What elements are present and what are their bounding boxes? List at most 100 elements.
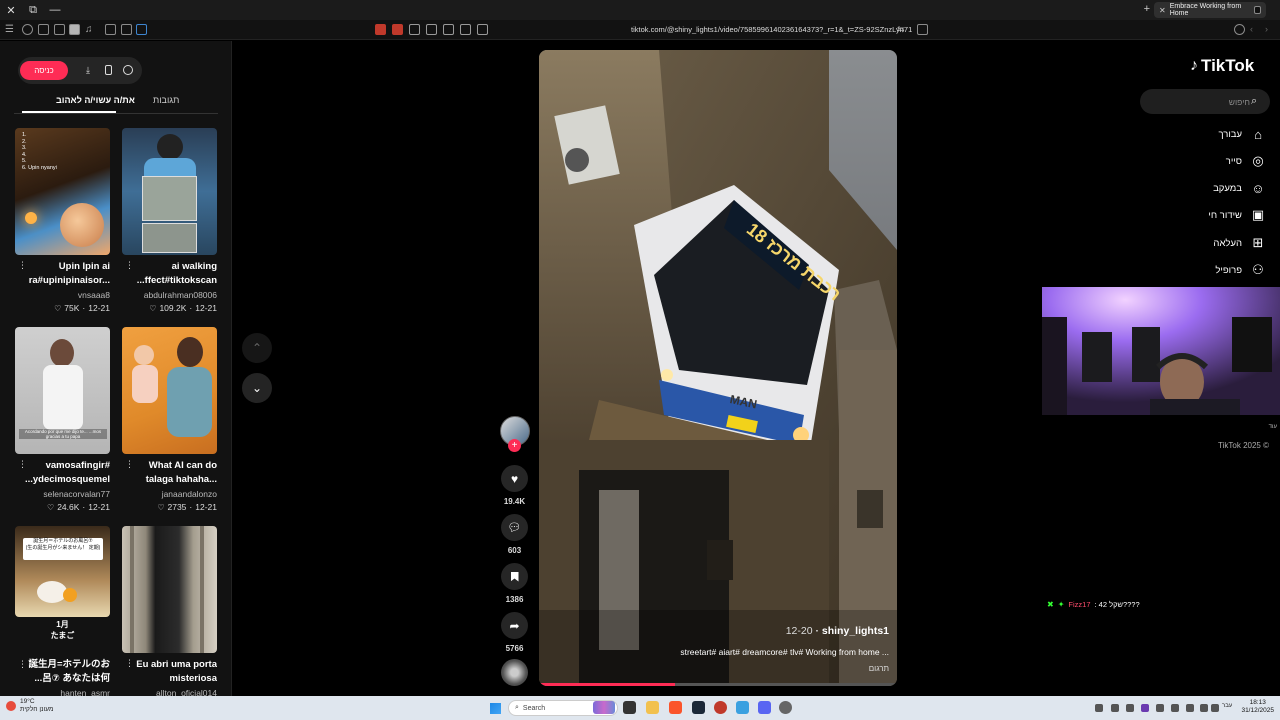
browser-tab[interactable]: ✕ Embrace Working from Home xyxy=(1154,2,1266,18)
back-icon[interactable]: ‹ xyxy=(1250,24,1261,35)
translate-link[interactable]: תרגום xyxy=(869,664,889,673)
video-card[interactable]: 誕生月＝ホテルのお風呂⑦ (生の誕生月がシ来ません！ 定期) 1月 たまご xyxy=(15,526,110,640)
close-window-icon[interactable]: ✕ xyxy=(0,0,22,20)
card-title-line2: たまご xyxy=(50,631,75,640)
video-thumbnail[interactable]: Acordando por que me dijo te... ...mos g… xyxy=(15,327,110,454)
woman-head xyxy=(177,337,203,367)
restore-window-icon[interactable]: ⧉ xyxy=(22,0,44,20)
tab-comments[interactable]: תגובות xyxy=(153,95,179,105)
new-tab-button[interactable]: + xyxy=(1144,3,1150,15)
like-button[interactable]: ♥ xyxy=(501,465,528,492)
brave-rewards-icon[interactable] xyxy=(392,24,403,35)
brave-browser-icon[interactable] xyxy=(669,701,682,714)
url-field[interactable]: tiktok.com/@shiny_lights1/video/75859961… xyxy=(631,25,912,34)
video-thumbnail[interactable] xyxy=(122,526,217,653)
vpn-icon[interactable] xyxy=(477,24,488,35)
previous-video-button[interactable]: ⌃ xyxy=(242,333,272,363)
compass-icon[interactable] xyxy=(123,65,133,75)
collections-icon[interactable] xyxy=(54,24,65,35)
card-likes: 109.2K xyxy=(159,303,187,313)
recommendations-panel: כניסה ⤓ את/ה עשוי/ה לאהוב תגובות 1. 2. 3… xyxy=(0,41,232,698)
video-thumbnail[interactable]: 1. 2. 3. 4. 5. 6. Upin nyanyi xyxy=(15,128,110,255)
follow-plus-icon[interactable]: + xyxy=(508,439,521,452)
video-author[interactable]: 12-20 · shiny_lights1 xyxy=(786,625,889,637)
card-author[interactable]: janaandalonzo xyxy=(162,489,217,499)
menu-icon[interactable]: ☰ xyxy=(5,24,16,35)
baby-body xyxy=(132,365,158,403)
video-card[interactable]: 1. 2. 3. 4. 5. 6. Upin nyanyi ⋮ Upin Ipi… xyxy=(15,128,110,313)
tray-chevron-icon[interactable] xyxy=(1095,704,1103,712)
wallet-icon[interactable] xyxy=(136,24,147,35)
video-description[interactable]: streetart# aiart# dreamcore# tlv# Workin… xyxy=(680,647,889,657)
more-link[interactable]: עוד xyxy=(1269,424,1277,430)
login-button[interactable]: כניסה xyxy=(20,61,68,80)
tray-app-icon[interactable] xyxy=(1141,704,1149,712)
widget-avatars-icon[interactable] xyxy=(593,701,615,714)
tiktok-logo[interactable]: ♪ TikTok xyxy=(1190,56,1254,76)
video-thumbnail[interactable]: 誕生月＝ホテルのお風呂⑦ (生の誕生月がシ来ません！ 定期) xyxy=(15,526,110,617)
reload-icon[interactable] xyxy=(409,24,420,35)
save-button[interactable] xyxy=(501,563,528,590)
screenshot-icon[interactable] xyxy=(105,24,116,35)
card-author[interactable]: selenacorvalan77 xyxy=(43,489,110,499)
tray-app-icon[interactable] xyxy=(1111,704,1119,712)
video-card[interactable]: ⋮ Eu abri uma porta misteriosa allton_ofi… xyxy=(122,526,217,698)
history-icon[interactable] xyxy=(38,24,49,35)
card-meta: ♡ 109.2K · 12-21 xyxy=(149,303,217,313)
volume-icon[interactable] xyxy=(1211,704,1219,712)
search-icon[interactable]: ⌕ xyxy=(1251,95,1257,108)
settings-icon[interactable] xyxy=(779,701,792,714)
nav-following[interactable]: במעקב ☺ xyxy=(1213,180,1266,196)
windows-start-icon[interactable] xyxy=(490,703,501,714)
share-url-icon[interactable]: ⇆ xyxy=(897,24,908,35)
tray-app-icon[interactable] xyxy=(1171,704,1179,712)
translate-icon[interactable] xyxy=(426,24,437,35)
music-icon[interactable]: ♫ xyxy=(85,24,96,35)
bookmark-icon[interactable] xyxy=(917,24,928,35)
download-icon[interactable]: ⤓ xyxy=(83,65,93,75)
video-card[interactable]: Acordando por que me dijo te... ...mos g… xyxy=(15,327,110,512)
clock[interactable]: 18:13 31/12/2025 xyxy=(1241,699,1274,715)
sidebar-icon[interactable] xyxy=(69,24,80,35)
tab-you-may-like[interactable]: את/ה עשוי/ה לאהוב xyxy=(56,95,135,105)
video-player[interactable]: 18 רכבת מרכז MAN 12-20 · shiny_lights1 s… xyxy=(539,50,897,686)
extension-icon[interactable] xyxy=(121,24,132,35)
app-icon[interactable] xyxy=(736,701,749,714)
shield-icon[interactable] xyxy=(22,24,33,35)
video-thumbnail[interactable] xyxy=(122,128,217,255)
video-card[interactable]: ⋮ What AI can do talaga hahaha... janaand… xyxy=(122,327,217,512)
music-disc-icon[interactable] xyxy=(501,659,528,686)
task-view-icon[interactable] xyxy=(623,701,636,714)
next-video-button[interactable]: ⌄ xyxy=(242,373,272,403)
forward-icon[interactable]: › xyxy=(1265,24,1276,35)
share-button[interactable]: ➦ xyxy=(501,612,528,639)
wifi-icon[interactable] xyxy=(1200,704,1208,712)
nav-live[interactable]: שידור חי ▣ xyxy=(1208,207,1266,223)
reader-icon[interactable] xyxy=(460,24,471,35)
comment-button[interactable]: 💬︎ xyxy=(501,514,528,541)
phone-icon[interactable] xyxy=(105,65,112,75)
edit-icon[interactable] xyxy=(443,24,454,35)
video-thumbnail[interactable] xyxy=(122,327,217,454)
card-author[interactable]: vnsaaa8 xyxy=(78,290,110,300)
video-card[interactable]: ⋮ ai walking ...ffect#tiktokscan abdulrah… xyxy=(122,128,217,313)
card-author[interactable]: abdulrahman08006 xyxy=(144,290,217,300)
app-icon[interactable] xyxy=(714,701,727,714)
tray-app-icon[interactable] xyxy=(1156,704,1164,712)
nav-explore[interactable]: סייר ◎ xyxy=(1226,153,1266,169)
tray-app-icon[interactable] xyxy=(1186,704,1194,712)
video-author-name[interactable]: shiny_lights1 xyxy=(822,625,889,637)
refresh-icon[interactable] xyxy=(1234,24,1245,35)
weather-widget[interactable]: 19°C מעונן חלקית xyxy=(6,698,53,714)
file-explorer-icon[interactable] xyxy=(646,701,659,714)
language-indicator[interactable]: עבר xyxy=(1222,703,1232,709)
nav-profile[interactable]: פרופיל ⚇ xyxy=(1215,262,1266,278)
minimize-window-icon[interactable]: — xyxy=(44,0,66,20)
steam-icon[interactable] xyxy=(692,701,705,714)
close-tab-icon[interactable]: ✕ xyxy=(1159,6,1166,15)
brave-shield-icon[interactable] xyxy=(375,24,386,35)
nav-upload[interactable]: העלאה ⊞ xyxy=(1213,235,1266,251)
tray-app-icon[interactable] xyxy=(1126,704,1134,712)
discord-icon[interactable] xyxy=(758,701,771,714)
nav-for-you[interactable]: עבורך ⌂ xyxy=(1218,126,1266,142)
